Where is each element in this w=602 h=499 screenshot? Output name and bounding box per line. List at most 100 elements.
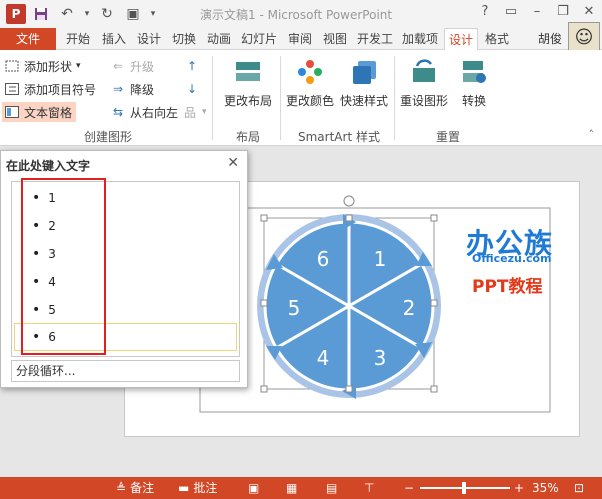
add-shape-icon [4, 59, 20, 73]
tab-file[interactable]: 文件 [0, 28, 56, 50]
normal-view-button[interactable]: ▣ [248, 477, 259, 499]
tab-insert[interactable]: 插入 [98, 28, 130, 50]
comments-label: 批注 [193, 481, 218, 495]
slideshow-icon: ⊤ [364, 481, 375, 495]
change-colors-button[interactable]: 更改颜色 [286, 56, 334, 109]
arrow-right-icon: ⇒ [112, 82, 124, 96]
change-colors-label: 更改颜色 [286, 94, 335, 108]
collapse-ribbon-icon[interactable]: ˄ [589, 128, 595, 141]
group-label-reset: 重置 [436, 130, 461, 144]
reading-view-icon: ▤ [326, 481, 338, 495]
normal-view-icon: ▣ [248, 481, 260, 495]
notes-button[interactable]: ≜ 备注 [116, 477, 154, 499]
change-layout-label: 更改布局 [224, 94, 273, 108]
redo-icon[interactable]: ↻ [96, 4, 118, 24]
zoom-slider-thumb[interactable] [462, 482, 466, 494]
fit-to-window-icon[interactable]: ⊡ [574, 477, 584, 499]
text-pane-title: 在此处键入文字 [6, 159, 91, 173]
reading-view-button[interactable]: ▤ [326, 477, 337, 499]
demote-button[interactable]: ⇒ 降级 [110, 79, 154, 99]
tab-transitions[interactable]: 切换 [168, 28, 200, 50]
tab-format[interactable]: 格式 [480, 28, 514, 50]
close-icon[interactable]: ✕ [227, 155, 239, 171]
avatar[interactable]: ☺ [568, 22, 600, 52]
arrow-left-icon: ⇐ [112, 59, 124, 73]
org-chart-icon: 品 [183, 105, 196, 120]
group-label-smartart-styles: SmartArt 样式 [298, 130, 380, 144]
chevron-down-icon: ▾ [202, 107, 207, 117]
comments-button[interactable]: ▬ 批注 [178, 477, 217, 499]
chevron-down-icon: ▾ [76, 61, 81, 71]
group-separator [280, 56, 281, 140]
right-to-left-label: 从右向左 [130, 105, 179, 120]
ribbon-display-icon[interactable]: ▭ [498, 0, 524, 22]
tab-developer[interactable]: 开发工 [354, 28, 396, 50]
demote-label: 降级 [130, 82, 155, 97]
slideshow-icon[interactable]: ▣ [122, 4, 144, 24]
change-layout-button[interactable]: 更改布局 [224, 56, 272, 109]
text-pane-icon [4, 105, 20, 119]
group-separator [212, 56, 213, 140]
tab-design[interactable]: 设计 [133, 28, 165, 50]
promote-label: 升级 [130, 59, 155, 74]
text-pane-footer[interactable]: 分段循环... [11, 360, 240, 382]
quick-styles-icon [348, 56, 380, 88]
powerpoint-logo-icon: P [6, 4, 26, 24]
window-title: 演示文稿1 - Microsoft PowerPoint [200, 8, 393, 22]
reset-graphic-button[interactable]: 重设图形 [400, 56, 448, 109]
notes-icon: ≜ [116, 481, 127, 495]
close-icon[interactable]: ✕ [576, 0, 602, 22]
group-label-create: 创建图形 [84, 130, 133, 144]
add-bullet-button[interactable]: 添加项目符号 [4, 79, 96, 99]
zoom-in-button[interactable]: + [514, 477, 524, 499]
group-label-layout: 布局 [236, 130, 261, 144]
reset-graphic-icon [408, 56, 440, 88]
tab-view[interactable]: 视图 [319, 28, 351, 50]
tab-addins[interactable]: 加载项 [398, 28, 442, 50]
save-icon[interactable] [30, 4, 52, 24]
text-pane-button[interactable]: 文本窗格 [2, 102, 77, 122]
text-pane-label: 文本窗格 [24, 105, 73, 120]
arrow-down-icon: ↓ [186, 82, 198, 96]
slideshow-view-button[interactable]: ⊤ [364, 477, 374, 499]
zoom-level[interactable]: 35% [532, 477, 559, 499]
watermark-tutorial: PPT教程 [472, 277, 543, 297]
undo-dropdown-icon[interactable]: ▾ [82, 4, 92, 24]
window-controls: ? ▭ – ❐ ✕ [472, 0, 602, 22]
tab-review[interactable]: 审阅 [284, 28, 316, 50]
watermark-url: Officezu.com [472, 252, 552, 265]
zoom-out-button[interactable]: − [404, 477, 414, 499]
slide-sorter-icon: ▦ [286, 481, 298, 495]
promote-button[interactable]: ⇐ 升级 [110, 56, 154, 76]
restore-icon[interactable]: ❐ [550, 0, 576, 22]
convert-label: 转换 [461, 94, 486, 108]
change-layout-icon [232, 56, 264, 88]
add-shape-label: 添加形状 [24, 59, 73, 74]
customize-qat-icon[interactable]: ▾ [148, 4, 158, 24]
convert-button[interactable]: 转换 [458, 56, 490, 109]
reset-graphic-label: 重设图形 [400, 94, 449, 108]
group-separator [394, 56, 395, 140]
move-up-button[interactable]: ↑ [184, 56, 200, 76]
move-down-button[interactable]: ↓ [184, 79, 200, 99]
layout-org-button[interactable]: 品 ▾ [182, 102, 207, 122]
quick-styles-button[interactable]: 快速样式 [340, 56, 388, 109]
tab-smartart-design[interactable]: 设计 [444, 28, 478, 50]
add-shape-button[interactable]: 添加形状 ▾ [4, 56, 81, 76]
undo-icon[interactable]: ↶ [56, 4, 78, 24]
tab-slideshow[interactable]: 幻灯片 [238, 28, 280, 50]
status-bar: ≜ 备注 ▬ 批注 ▣ ▦ ▤ ⊤ − + 35% ⊡ [0, 477, 602, 499]
palette-icon [294, 56, 326, 88]
right-to-left-button[interactable]: ⇆ 从右向左 [110, 102, 178, 122]
ribbon: 添加形状 ▾ 添加项目符号 文本窗格 ⇐ 升级 ⇒ 降级 ⇆ 从右向左 ↑ ↓ … [0, 50, 602, 146]
slide-sorter-button[interactable]: ▦ [286, 477, 297, 499]
help-icon[interactable]: ? [472, 0, 498, 22]
user-name[interactable]: 胡俊 [538, 28, 562, 50]
tab-home[interactable]: 开始 [62, 28, 94, 50]
annotation-highlight-box [21, 178, 106, 355]
tab-animations[interactable]: 动画 [203, 28, 235, 50]
notes-label: 备注 [130, 481, 155, 495]
comment-icon: ▬ [178, 481, 190, 495]
add-bullet-label: 添加项目符号 [24, 82, 97, 97]
minimize-icon[interactable]: – [524, 0, 550, 22]
